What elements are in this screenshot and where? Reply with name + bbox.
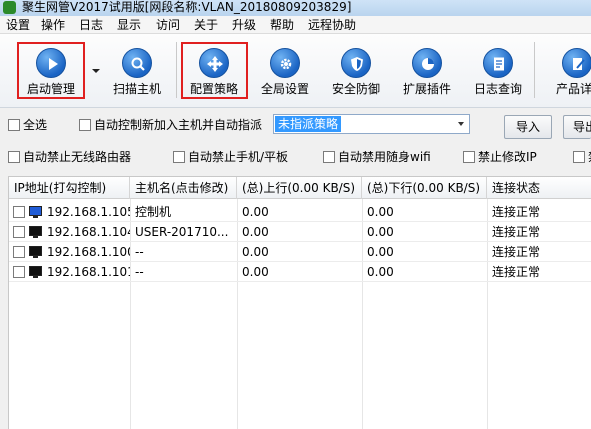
row-ip: 192.168.1.100	[47, 245, 130, 259]
row-ip: 192.168.1.101	[47, 265, 130, 279]
toolbar-separator	[176, 42, 177, 98]
extension-plugins-button[interactable]: 扩展插件	[396, 36, 458, 100]
table-row[interactable]: 192.168.1.105 控制机 0.00 0.00 连接正常	[9, 202, 591, 222]
toolbar-separator	[534, 42, 535, 98]
menu-remote-assist[interactable]: 远程协助	[308, 17, 356, 33]
table-row[interactable]: 192.168.1.104 USER-201710... 0.00 0.00 连…	[9, 222, 591, 242]
global-settings-button[interactable]: 全局设置	[254, 36, 316, 100]
select-all-checkbox[interactable]	[8, 119, 20, 131]
host-table: IP地址(打勾控制) 主机名(点击修改) (总)上行(0.00 KB/S) (总…	[8, 176, 591, 429]
chevron-down-icon	[458, 122, 464, 126]
select-all-label: 全选	[23, 118, 48, 132]
menu-access[interactable]: 访问	[156, 17, 180, 33]
row-status: 连接正常	[492, 265, 541, 279]
search-icon	[122, 48, 152, 78]
computer-icon	[29, 206, 42, 218]
row-checkbox[interactable]	[13, 246, 25, 258]
cut-off-option-checkbox[interactable]	[573, 151, 585, 163]
table-row[interactable]: 192.168.1.101 -- 0.00 0.00 连接正常	[9, 262, 591, 282]
product-details-label: 产品详	[556, 82, 591, 96]
gear-icon	[270, 48, 300, 78]
app-logo-icon	[3, 1, 16, 14]
col-hostname[interactable]: 主机名(点击修改)	[130, 177, 237, 199]
row-status: 连接正常	[492, 205, 541, 219]
extension-plugins-label: 扩展插件	[402, 82, 451, 96]
edit-icon	[562, 48, 591, 78]
start-dropdown-arrow-icon[interactable]	[92, 69, 100, 73]
forbid-ip-change-label: 禁止修改IP	[478, 150, 537, 164]
menu-operation[interactable]: 操作	[41, 17, 65, 33]
row-hostname[interactable]: --	[130, 242, 237, 262]
row-download: 0.00	[367, 205, 394, 219]
table-header: IP地址(打勾控制) 主机名(点击修改) (总)上行(0.00 KB/S) (总…	[9, 177, 591, 199]
menu-about[interactable]: 关于	[194, 17, 218, 33]
forbid-ip-change-checkbox[interactable]	[463, 151, 475, 163]
row-checkbox[interactable]	[13, 226, 25, 238]
log-query-button[interactable]: 日志查询	[467, 36, 529, 100]
disable-mobile-checkbox[interactable]	[173, 151, 185, 163]
row-upload: 0.00	[242, 265, 269, 279]
global-settings-label: 全局设置	[260, 82, 309, 96]
row-checkbox[interactable]	[13, 206, 25, 218]
row-checkbox[interactable]	[13, 266, 25, 278]
row-status: 连接正常	[492, 225, 541, 239]
computer-icon	[29, 246, 42, 258]
col-upload[interactable]: (总)上行(0.00 KB/S)	[237, 177, 362, 199]
title-bar: 聚生网管V2017试用版[网段名称:VLAN_20180809203829]	[0, 0, 591, 16]
row-hostname[interactable]: --	[130, 262, 237, 282]
row-upload: 0.00	[242, 205, 269, 219]
row-download: 0.00	[367, 225, 394, 239]
disable-portable-wifi-label: 自动禁用随身wifi	[338, 150, 431, 164]
menu-bar: 设置 操作 日志 显示 访问 关于 升级 帮助 远程协助	[0, 16, 591, 34]
log-query-label: 日志查询	[473, 82, 522, 96]
col-status[interactable]: 连接状态	[487, 177, 591, 199]
strategy-select[interactable]: 未指派策略	[273, 114, 470, 134]
row-status: 连接正常	[492, 245, 541, 259]
row-download: 0.00	[367, 245, 394, 259]
shield-icon	[341, 48, 371, 78]
row-ip: 192.168.1.104	[47, 225, 130, 239]
product-details-button[interactable]: 产品详	[545, 36, 591, 100]
disable-wireless-router-checkbox[interactable]	[8, 151, 20, 163]
security-defense-button[interactable]: 安全防御	[325, 36, 387, 100]
start-management-highlight	[17, 42, 85, 99]
row-upload: 0.00	[242, 245, 269, 259]
toolbar: 启动管理 扫描主机 配置策略 全局设置 安全防御 扩展插件 日志查询 产品详	[0, 34, 591, 108]
col-download[interactable]: (总)下行(0.00 KB/S)	[362, 177, 487, 199]
security-defense-label: 安全防御	[331, 82, 380, 96]
row-hostname[interactable]: 控制机	[130, 202, 237, 222]
menu-log[interactable]: 日志	[79, 17, 103, 33]
document-icon	[483, 48, 513, 78]
auto-control-checkbox[interactable]	[79, 119, 91, 131]
disable-portable-wifi-checkbox[interactable]	[323, 151, 335, 163]
scan-hosts-label: 扫描主机	[112, 82, 161, 96]
row-hostname[interactable]: USER-201710...	[130, 222, 237, 242]
disable-wireless-router-label: 自动禁止无线路由器	[23, 150, 132, 164]
menu-upgrade[interactable]: 升级	[232, 17, 256, 33]
menu-help[interactable]: 帮助	[270, 17, 294, 33]
row-ip: 192.168.1.105	[47, 205, 130, 219]
table-row[interactable]: 192.168.1.100 -- 0.00 0.00 连接正常	[9, 242, 591, 262]
disable-mobile-label: 自动禁止手机/平板	[188, 150, 289, 164]
import-button[interactable]: 导入	[504, 115, 552, 139]
scan-hosts-button[interactable]: 扫描主机	[106, 36, 168, 100]
col-ip[interactable]: IP地址(打勾控制)	[9, 177, 130, 199]
menu-view[interactable]: 显示	[117, 17, 141, 33]
row-download: 0.00	[367, 265, 394, 279]
menu-settings[interactable]: 设置	[6, 17, 30, 33]
window-title: 聚生网管V2017试用版[网段名称:VLAN_20180809203829]	[22, 0, 352, 14]
export-button[interactable]: 导出	[563, 115, 591, 139]
row-upload: 0.00	[242, 225, 269, 239]
config-strategy-highlight	[181, 42, 248, 99]
pie-icon	[412, 48, 442, 78]
computer-icon	[29, 266, 42, 278]
auto-control-label: 自动控制新加入主机并自动指派	[94, 118, 263, 132]
computer-icon	[29, 226, 42, 238]
strategy-select-value: 未指派策略	[275, 116, 342, 132]
options-row-2: 自动禁止无线路由器 自动禁止手机/平板 自动禁用随身wifi 禁止修改IP 禁	[0, 148, 591, 170]
